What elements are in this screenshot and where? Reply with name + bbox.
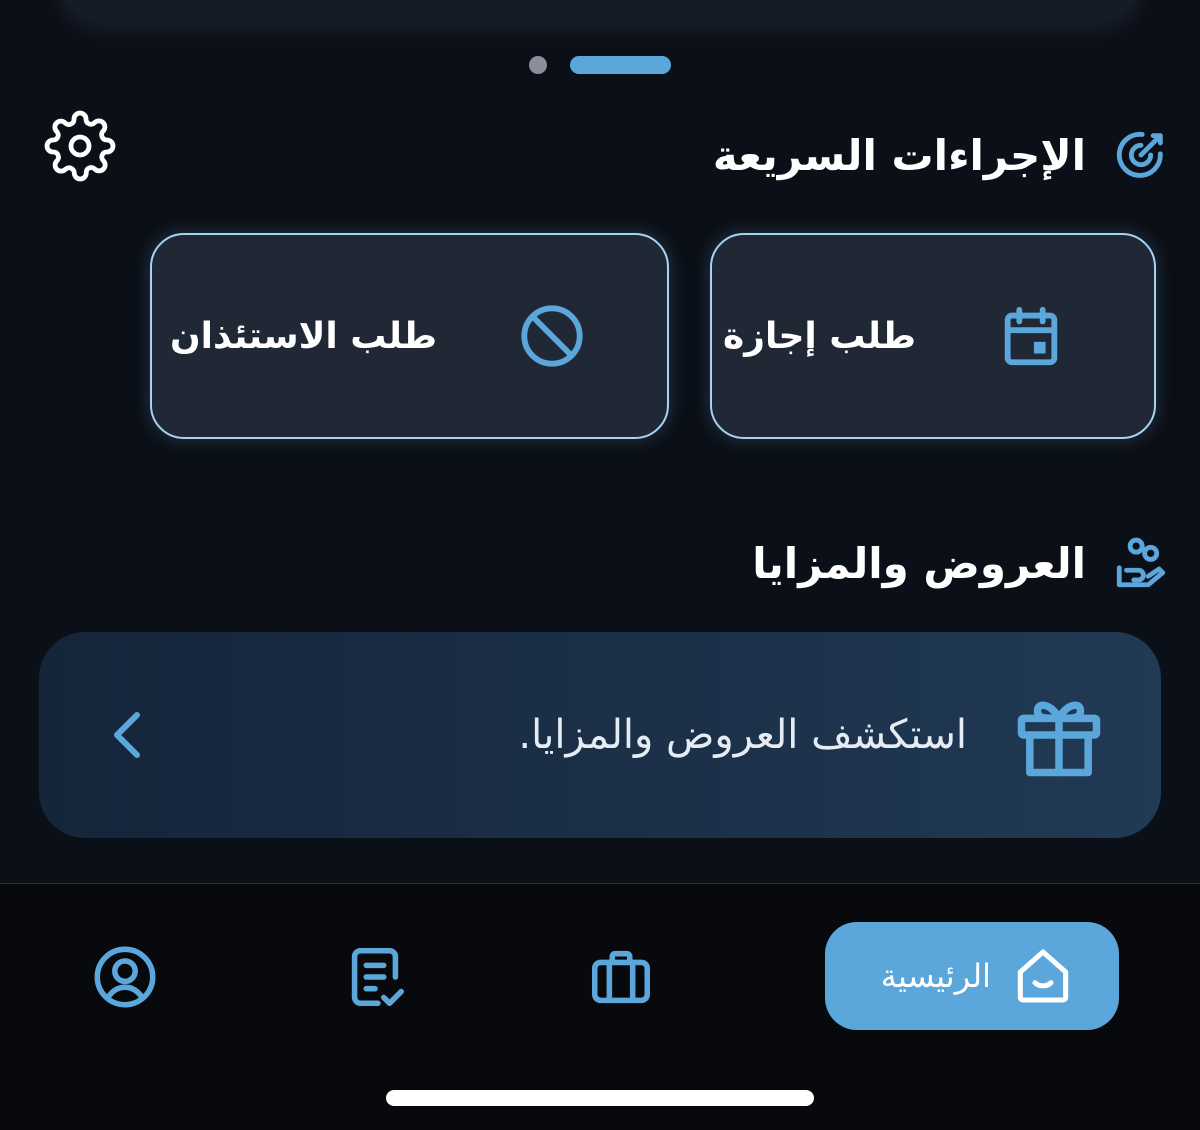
leave-request-card[interactable]: طلب إجازة bbox=[710, 233, 1156, 439]
page-dot-active[interactable] bbox=[570, 56, 671, 74]
explore-offers-banner[interactable]: استكشف العروض والمزايا. bbox=[39, 632, 1161, 838]
nav-home-tab[interactable]: الرئيسية bbox=[825, 922, 1119, 1030]
quick-actions-title: الإجراءات السريعة bbox=[712, 130, 1086, 180]
home-icon bbox=[1017, 949, 1069, 1003]
briefcase-icon[interactable] bbox=[586, 942, 656, 1012]
gear-icon[interactable] bbox=[44, 110, 116, 182]
permission-request-label: طلب الاستئذان bbox=[169, 315, 437, 357]
nav-home-label: الرئيسية bbox=[880, 957, 991, 995]
hand-people-icon bbox=[1116, 537, 1166, 588]
page-indicator bbox=[0, 56, 1200, 74]
calendar-icon bbox=[1004, 306, 1058, 366]
gift-icon bbox=[1017, 701, 1101, 777]
chevron-left-icon[interactable] bbox=[107, 707, 147, 763]
leave-request-label: طلب إجازة bbox=[722, 315, 916, 357]
quick-actions-header: الإجراءات السريعة bbox=[713, 126, 1170, 184]
page-dot-inactive[interactable] bbox=[529, 56, 547, 74]
offers-header: العروض والمزايا bbox=[752, 534, 1170, 592]
target-pen-icon bbox=[1116, 131, 1163, 178]
prohibited-icon bbox=[521, 305, 583, 367]
user-circle-icon[interactable] bbox=[90, 942, 160, 1012]
offers-title: العروض والمزايا bbox=[752, 538, 1086, 588]
home-indicator bbox=[386, 1090, 814, 1106]
permission-request-card[interactable]: طلب الاستئذان bbox=[150, 233, 669, 439]
document-check-icon[interactable] bbox=[340, 942, 410, 1012]
top-sheet-edge bbox=[60, 0, 1140, 20]
explore-offers-text: استكشف العروض والمزايا. bbox=[518, 712, 967, 758]
